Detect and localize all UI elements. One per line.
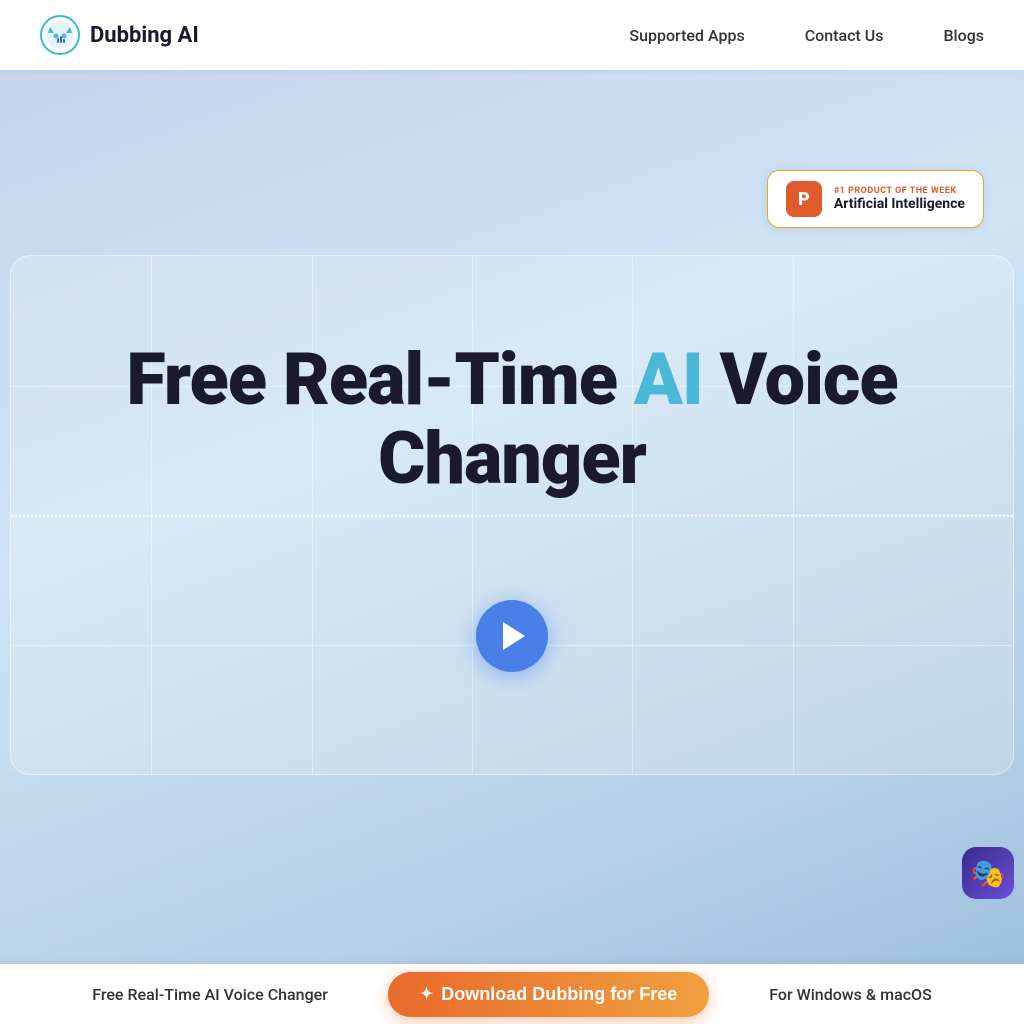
hero-heading: Free Real-Time AI Voice Changer [0, 340, 1024, 498]
play-button[interactable] [476, 600, 548, 672]
hero-title-ai: AI [634, 337, 703, 422]
play-button-container [476, 600, 548, 672]
sparkle-icon: ✦ [420, 984, 433, 1004]
play-triangle-icon [503, 622, 525, 650]
download-button-label: Download Dubbing for Free [441, 984, 677, 1005]
dotted-line [11, 515, 1013, 517]
bottom-bar-right-text: For Windows & macOS [769, 985, 931, 1004]
product-badge[interactable]: P #1 PRODUCT OF THE WEEK Artificial Inte… [767, 170, 984, 228]
hero-title: Free Real-Time AI Voice Changer [0, 340, 1024, 498]
badge-category: Artificial Intelligence [834, 196, 965, 212]
logo-area: Dubbing AI [40, 15, 199, 55]
download-button[interactable]: ✦ Download Dubbing for Free [388, 972, 709, 1017]
main-content: P #1 PRODUCT OF THE WEEK Artificial Inte… [0, 70, 1024, 964]
nav-links: Supported Apps Contact Us Blogs [629, 26, 984, 45]
bottom-bar: Free Real-Time AI Voice Changer ✦ Downlo… [0, 964, 1024, 1024]
logo-text: Dubbing AI [90, 23, 199, 48]
badge-rank: #1 PRODUCT OF THE WEEK [834, 186, 965, 196]
badge-text: #1 PRODUCT OF THE WEEK Artificial Intell… [834, 186, 965, 212]
logo-icon [40, 15, 80, 55]
grid-lines [11, 256, 1013, 774]
floating-character: 🎭 [962, 847, 1014, 899]
grid-panel [10, 255, 1014, 775]
nav-blogs[interactable]: Blogs [943, 26, 984, 45]
nav-contact-us[interactable]: Contact Us [805, 26, 884, 45]
nav-supported-apps[interactable]: Supported Apps [629, 26, 744, 45]
product-hunt-icon: P [786, 181, 822, 217]
header: Dubbing AI Supported Apps Contact Us Blo… [0, 0, 1024, 70]
bottom-bar-left-text: Free Real-Time AI Voice Changer [92, 985, 328, 1004]
hero-title-part1: Free Real-Time [126, 337, 634, 422]
mascot-icon: 🎭 [962, 847, 1014, 899]
